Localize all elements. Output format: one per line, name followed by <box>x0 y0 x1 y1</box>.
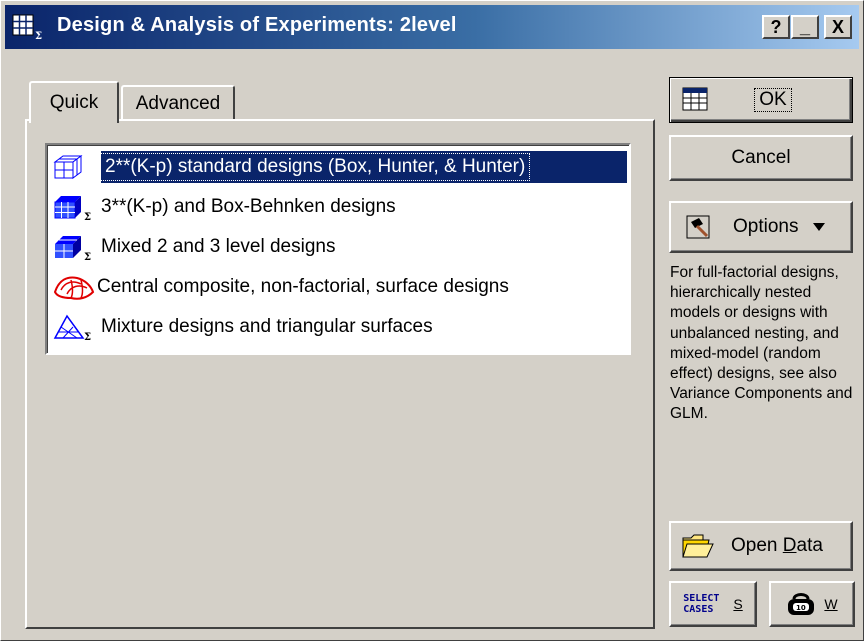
svg-text:Σ: Σ <box>84 252 91 262</box>
list-item-label: 3**(K-p) and Box-Behnken designs <box>101 196 396 217</box>
dialog-window: Σ Design & Analysis of Experiments: 2lev… <box>0 0 864 641</box>
list-item-label: Mixture designs and triangular surfaces <box>101 316 433 337</box>
triangle-sigma-icon: Σ <box>51 312 101 342</box>
cube-grid-sigma-icon: Σ <box>51 152 101 182</box>
help-text: For full-factorial designs, hierarchical… <box>670 264 853 423</box>
surface-icon <box>51 272 97 302</box>
minimize-button[interactable]: _ <box>791 15 819 39</box>
list-item-label: 2**(K-p) standard designs (Box, Hunter, … <box>99 153 531 181</box>
list-item-label: Central composite, non-factorial, surfac… <box>97 276 509 297</box>
tab-advanced[interactable]: Advanced <box>121 85 235 121</box>
close-button[interactable]: X <box>824 15 852 39</box>
list-item-2k-designs[interactable]: Σ 2**(K-p) standard designs (Box, Hunter… <box>51 149 627 185</box>
spreadsheet-icon <box>682 87 708 111</box>
ok-label: OK <box>754 88 792 112</box>
svg-text:Σ: Σ <box>85 172 92 182</box>
open-data-label: Open Data <box>731 535 823 556</box>
grid-sigma-icon: Σ <box>51 192 101 222</box>
select-cases-key: S <box>733 596 743 612</box>
list-item-central-composite[interactable]: Central composite, non-factorial, surfac… <box>51 269 509 305</box>
help-button[interactable]: ? <box>762 15 790 39</box>
svg-text:Σ: Σ <box>84 212 91 222</box>
doe-app-icon: Σ <box>12 14 42 41</box>
weights-button[interactable]: 10 W <box>769 581 855 627</box>
mixed-cube-sigma-icon: Σ <box>51 232 101 262</box>
list-item-mixed-designs[interactable]: Σ Mixed 2 and 3 level designs <box>51 229 335 265</box>
options-label: Options <box>733 216 799 237</box>
design-type-list[interactable]: Σ 2**(K-p) standard designs (Box, Hunter… <box>45 143 631 355</box>
select-cases-button[interactable]: SELECT CASES S <box>669 581 757 627</box>
svg-text:Σ: Σ <box>35 31 42 41</box>
list-item-label: Mixed 2 and 3 level designs <box>101 236 336 257</box>
ok-button[interactable]: OK <box>669 77 853 123</box>
weights-key: W <box>824 596 838 612</box>
tab-quick[interactable]: Quick <box>29 81 119 123</box>
select-cases-icon: SELECT CASES <box>683 593 720 615</box>
svg-text:10: 10 <box>796 604 806 612</box>
open-folder-icon <box>682 534 714 558</box>
open-data-button[interactable]: Open Data <box>669 521 853 571</box>
title-bar[interactable]: Σ Design & Analysis of Experiments: 2lev… <box>5 5 859 49</box>
dropdown-arrow-icon <box>813 223 826 231</box>
window-title: Design & Analysis of Experiments: 2level <box>57 14 457 36</box>
svg-text:Σ: Σ <box>84 332 91 342</box>
list-item-3k-designs[interactable]: Σ 3**(K-p) and Box-Behnken designs <box>51 189 396 225</box>
cancel-button[interactable]: Cancel <box>669 135 853 181</box>
weight-icon: 10 <box>788 593 815 615</box>
hammer-icon <box>686 215 710 239</box>
list-item-mixture-designs[interactable]: Σ Mixture designs and triangular surface… <box>51 309 433 345</box>
options-button[interactable]: Options <box>669 201 853 253</box>
